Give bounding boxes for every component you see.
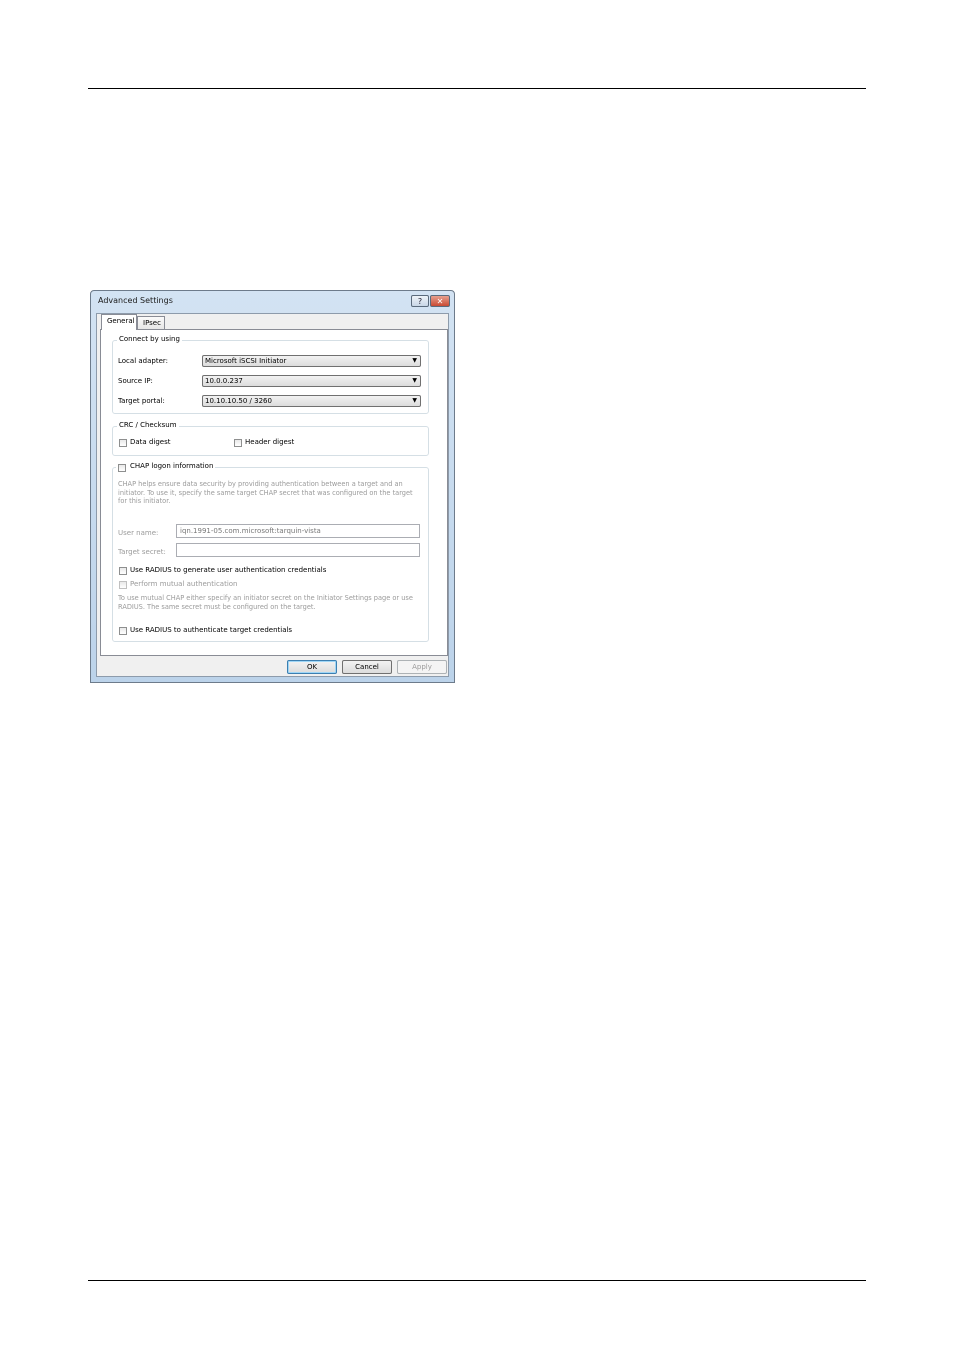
user-name-label: User name: (118, 529, 159, 537)
title-bar[interactable]: Advanced Settings ? ✕ (91, 291, 454, 313)
data-digest-checkbox[interactable] (119, 439, 127, 447)
apply-button[interactable]: Apply (397, 660, 447, 674)
radius-authenticate-checkbox[interactable] (119, 627, 127, 635)
target-secret-label: Target secret: (118, 548, 166, 556)
mutual-auth-label: Perform mutual authentication (130, 580, 238, 588)
ok-button[interactable]: OK (287, 660, 337, 674)
local-adapter-select[interactable]: Microsoft iSCSI Initiator ▼ (202, 355, 421, 367)
radius-generate-label: Use RADIUS to generate user authenticati… (130, 566, 327, 574)
chap-group-title: CHAP logon information (116, 462, 216, 470)
source-ip-label: Source IP: (118, 377, 153, 385)
header-rule (88, 88, 866, 89)
local-adapter-value: Microsoft iSCSI Initiator (205, 357, 287, 365)
general-tab-panel: Connect by using Local adapter: Microsof… (100, 329, 448, 656)
radius-authenticate-label: Use RADIUS to authenticate target creden… (130, 626, 293, 634)
radius-generate-checkbox[interactable] (119, 567, 127, 575)
window-title: Advanced Settings (98, 296, 173, 305)
footer-rule (88, 1280, 866, 1281)
data-digest-label: Data digest (130, 438, 171, 446)
source-ip-select[interactable]: 10.0.0.237 ▼ (202, 375, 421, 387)
header-digest-checkbox[interactable] (234, 439, 242, 447)
local-adapter-label: Local adapter: (118, 357, 168, 365)
chap-description: CHAP helps ensure data security by provi… (118, 480, 413, 506)
tab-ipsec[interactable]: IPsec (137, 316, 165, 330)
source-ip-value: 10.0.0.237 (205, 377, 243, 385)
chevron-down-icon: ▼ (412, 377, 417, 384)
mutual-auth-checkbox[interactable] (119, 581, 127, 589)
chap-logon-checkbox[interactable] (118, 464, 126, 472)
target-portal-select[interactable]: 10.10.10.50 / 3260 ▼ (202, 395, 421, 407)
close-button[interactable]: ✕ (430, 295, 450, 307)
mutual-chap-note: To use mutual CHAP either specify an ini… (118, 594, 413, 611)
header-digest-label: Header digest (245, 438, 295, 446)
target-portal-label: Target portal: (118, 397, 165, 405)
target-portal-value: 10.10.10.50 / 3260 (205, 397, 272, 405)
target-secret-input[interactable] (176, 543, 420, 557)
help-button[interactable]: ? (411, 295, 429, 307)
tab-general[interactable]: General (101, 314, 137, 330)
advanced-settings-dialog: Advanced Settings ? ✕ General IPsec Conn… (90, 290, 455, 683)
chap-group: CHAP logon information CHAP helps ensure… (112, 462, 429, 642)
connect-group-title: Connect by using (117, 335, 182, 343)
chevron-down-icon: ▼ (412, 397, 417, 404)
connect-group: Connect by using Local adapter: Microsof… (112, 335, 429, 414)
user-name-input[interactable]: iqn.1991-05.com.microsoft:tarquin-vista (176, 524, 420, 538)
crc-group-title: CRC / Checksum (117, 421, 179, 429)
chevron-down-icon: ▼ (412, 357, 417, 364)
cancel-button[interactable]: Cancel (342, 660, 392, 674)
dialog-client: General IPsec Connect by using Local ada… (96, 313, 449, 677)
crc-group: CRC / Checksum Data digest Header digest (112, 421, 429, 456)
